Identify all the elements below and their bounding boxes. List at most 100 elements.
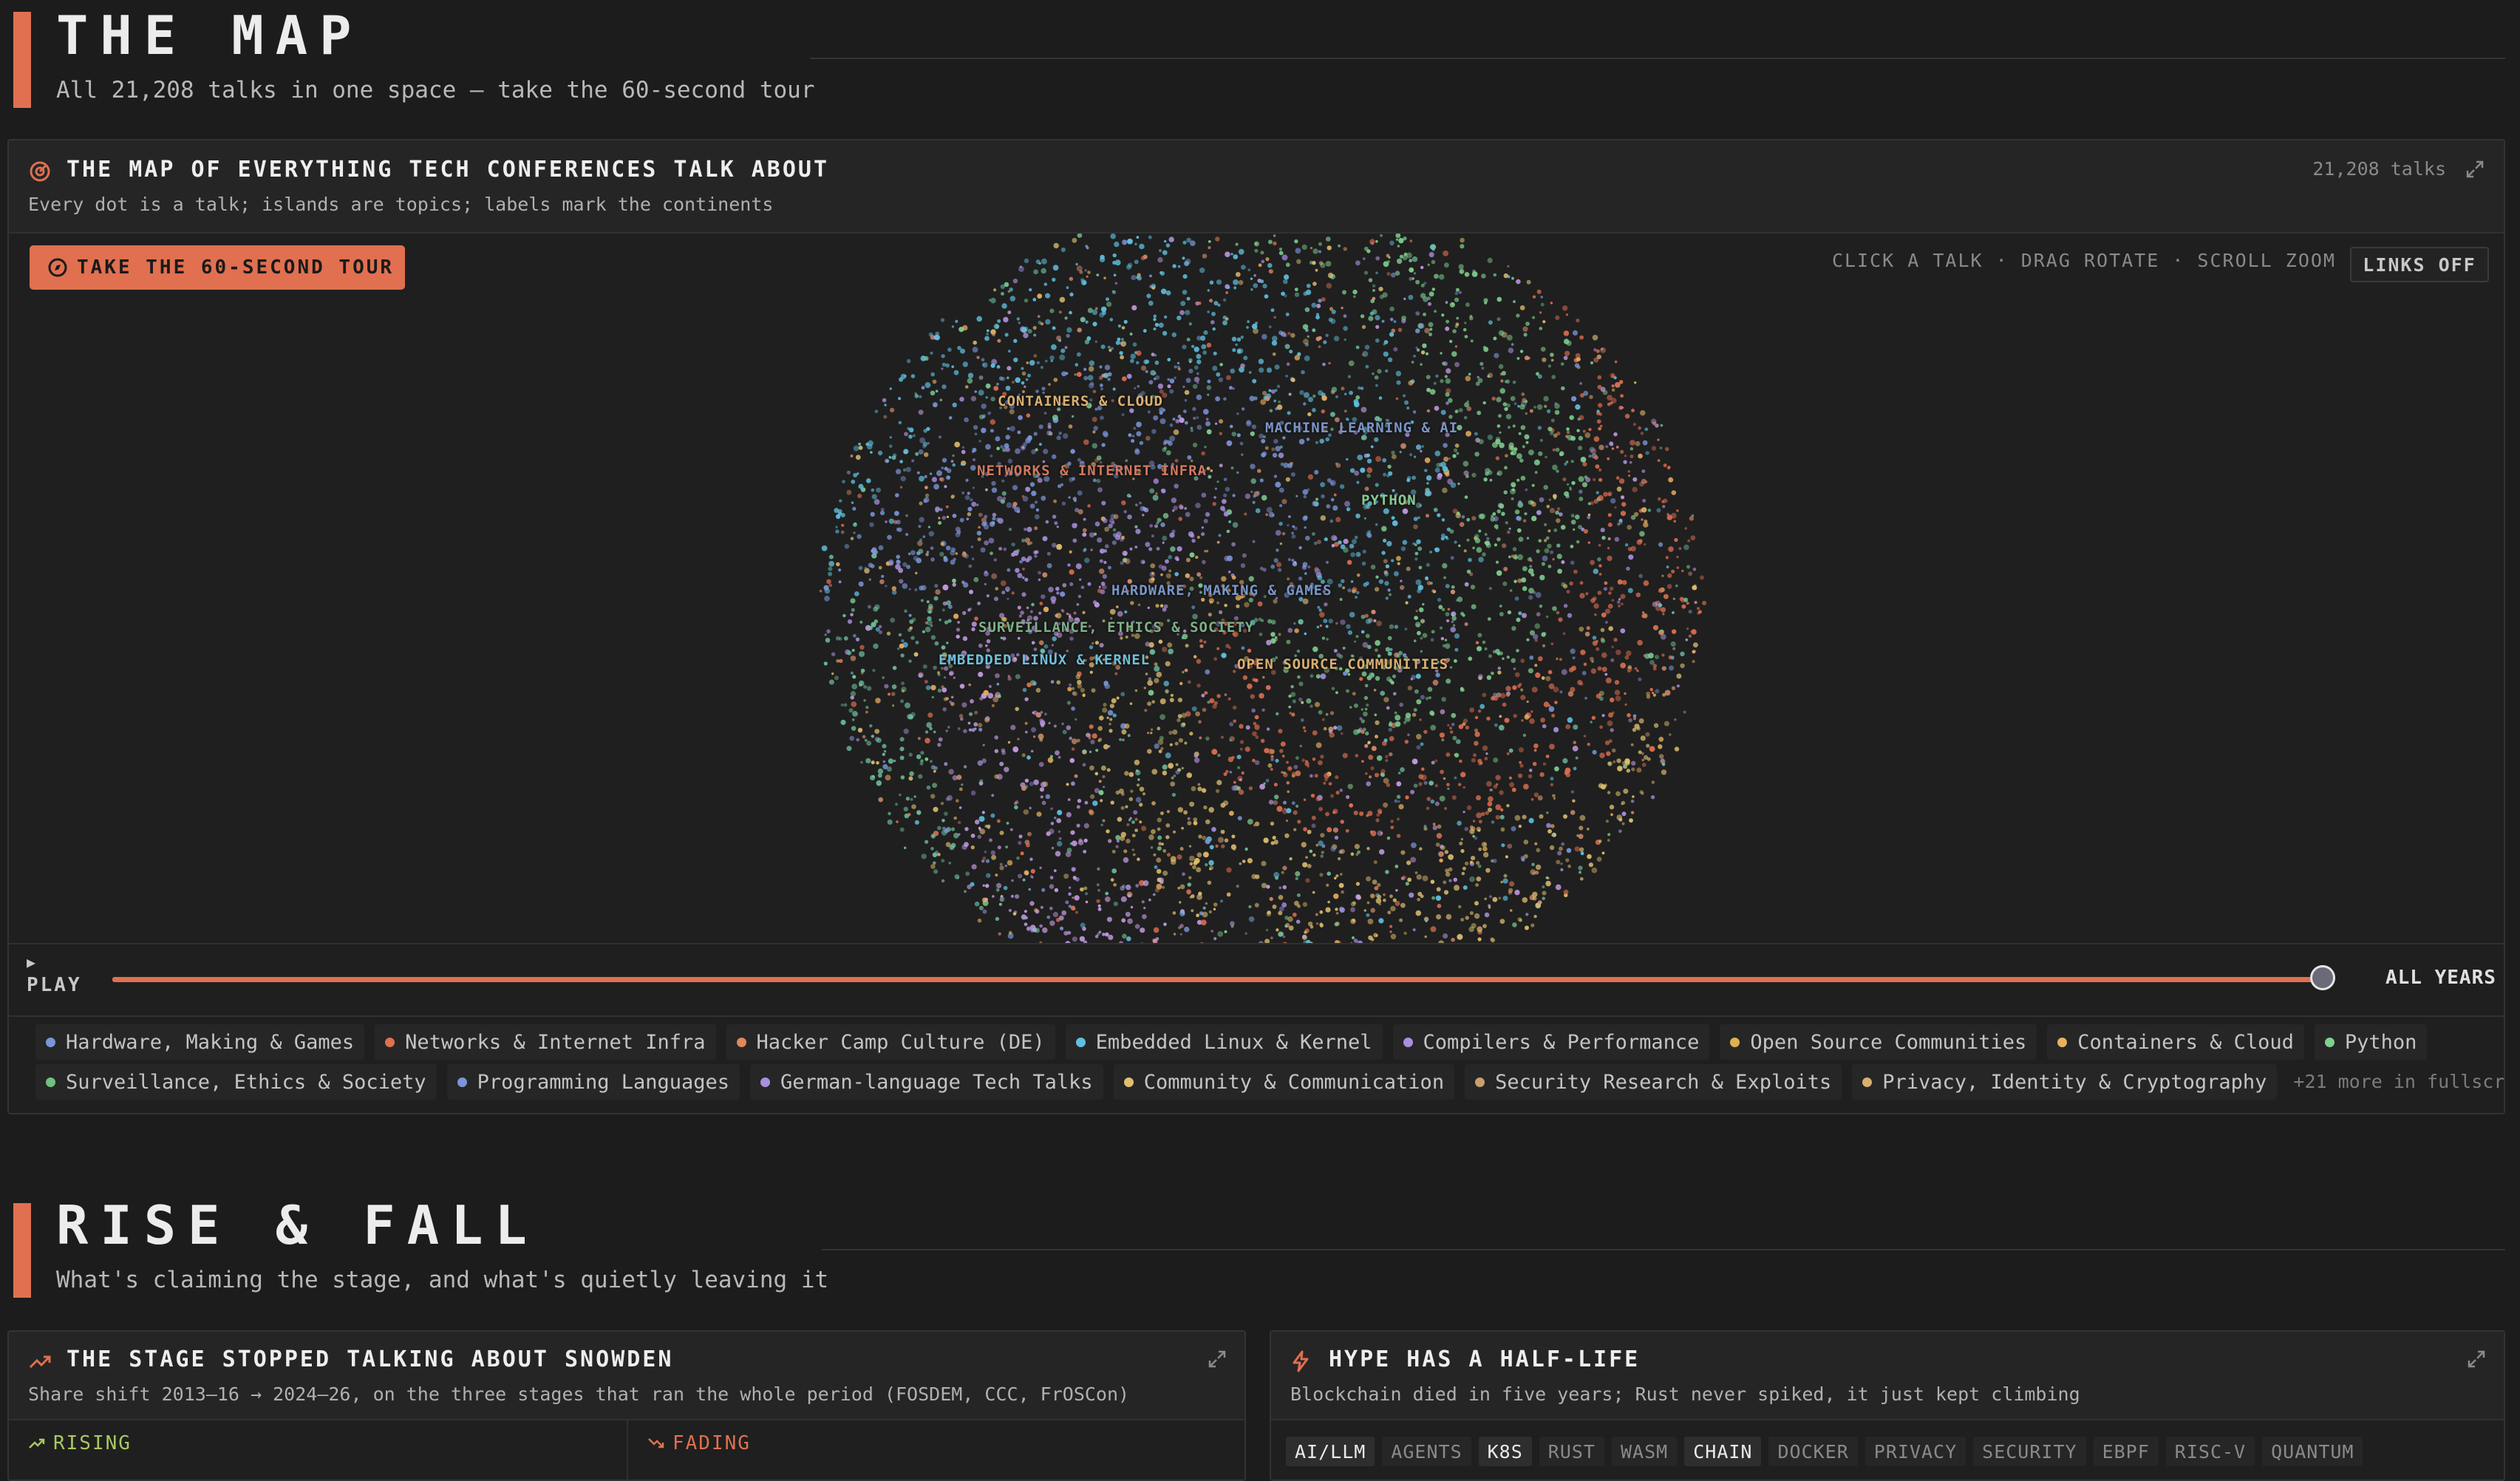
map-card: THE MAP OF EVERYTHING TECH CONFERENCES T… xyxy=(7,139,2505,1114)
hype-tab[interactable]: PRIVACY xyxy=(1865,1437,1966,1466)
hype-tab[interactable]: DOCKER xyxy=(1768,1437,1857,1466)
legend-dot-icon xyxy=(760,1077,770,1087)
hype-tab[interactable]: RISC-V xyxy=(2166,1437,2255,1466)
map-topic-label: CONTAINERS & CLOUD xyxy=(998,393,1163,409)
map-topic-label: NETWORKS & INTERNET INFRA xyxy=(977,463,1207,479)
legend-dot-icon xyxy=(457,1077,467,1087)
legend-chip[interactable]: Containers & Cloud xyxy=(2047,1024,2304,1060)
play-label: PLAY xyxy=(27,974,93,996)
snowden-card-title: THE STAGE STOPPED TALKING ABOUT SNOWDEN xyxy=(67,1346,673,1372)
legend-dot-icon xyxy=(1730,1038,1740,1047)
hype-topic-tabs: AI/LLMAGENTS K8SRUST WASMCHAINDOCKER PRIVAC… xyxy=(1286,1437,2363,1466)
rising-column-header: RISING xyxy=(28,1432,132,1454)
hype-tab[interactable]: QUANTUM xyxy=(2262,1437,2363,1466)
legend-more-link[interactable]: +21 more in fullscreen ⤢ xyxy=(2287,1064,2505,1100)
section-title-rise: RISE & FALL xyxy=(56,1194,539,1256)
timeline-track[interactable] xyxy=(112,977,2322,982)
legend-chip[interactable]: Privacy, Identity & Cryptography xyxy=(1852,1064,2277,1100)
section-accent-bar xyxy=(13,12,31,108)
legend-chip[interactable]: Python xyxy=(2315,1024,2428,1060)
legend-chip-label: Community & Communication xyxy=(1144,1071,1444,1094)
legend-dot-icon xyxy=(46,1077,55,1087)
legend-dot-icon xyxy=(1076,1038,1086,1047)
legend-chip[interactable]: Hacker Camp Culture (DE) xyxy=(726,1024,1055,1060)
legend-chip-label: Programming Languages xyxy=(477,1071,729,1094)
legend-chip[interactable]: Surveillance, Ethics & Society xyxy=(35,1064,437,1100)
legend-dot-icon xyxy=(1475,1077,1485,1087)
map-card-header: THE MAP OF EVERYTHING TECH CONFERENCES T… xyxy=(9,140,2504,234)
legend-chip-label: Security Research & Exploits xyxy=(1495,1071,1831,1094)
rising-label: RISING xyxy=(53,1432,132,1454)
hype-card-title: HYPE HAS A HALF-LIFE xyxy=(1329,1346,1640,1372)
legend-chip[interactable]: Programming Languages xyxy=(447,1064,740,1100)
legend-dot-icon xyxy=(1862,1077,1872,1087)
legend-chip-label: Networks & Internet Infra xyxy=(405,1031,705,1054)
tour-button-label: TAKE THE 60-SECOND TOUR xyxy=(77,256,394,279)
legend-dot-icon xyxy=(2325,1038,2335,1047)
legend-chip[interactable]: Embedded Linux & Kernel xyxy=(1066,1024,1383,1060)
hype-tab[interactable]: K8S xyxy=(1479,1437,1532,1466)
radar-icon xyxy=(28,160,52,186)
legend-chip[interactable]: German-language Tech Talks xyxy=(750,1064,1103,1100)
map-topic-label: HARDWARE, MAKING & GAMES xyxy=(1111,582,1332,599)
tour-button[interactable]: TAKE THE 60-SECOND TOUR xyxy=(30,245,405,290)
hype-card: HYPE HAS A HALF-LIFE Blockchain died in … xyxy=(1270,1330,2505,1481)
legend-chip-label: Embedded Linux & Kernel xyxy=(1096,1031,1372,1054)
legend-dot-icon xyxy=(46,1038,55,1047)
legend-chip[interactable]: Security Research & Exploits xyxy=(1465,1064,1842,1100)
hype-tab[interactable]: SECURITY xyxy=(1973,1437,2085,1466)
timeline-bar: ▶ PLAY ALL YEARS xyxy=(9,943,2504,1017)
fading-label: FADING xyxy=(672,1432,751,1454)
legend-chip-label: Surveillance, Ethics & Society xyxy=(66,1071,426,1094)
map-topic-label: EMBEDDED LINUX & KERNEL xyxy=(939,652,1150,668)
section-divider xyxy=(822,1249,2505,1250)
legend-dot-icon xyxy=(385,1038,395,1047)
expand-icon[interactable] xyxy=(2465,1348,2487,1373)
hype-tab[interactable]: AGENTS xyxy=(1382,1437,1471,1466)
legend-chip[interactable]: Compilers & Performance xyxy=(1393,1024,1710,1060)
legend-chip[interactable]: Community & Communication xyxy=(1114,1064,1454,1100)
section-subtitle-rise: What's claiming the stage, and what's qu… xyxy=(56,1267,828,1293)
legend-chip[interactable]: Networks & Internet Infra xyxy=(375,1024,715,1060)
map-topic-label: PYTHON xyxy=(1361,492,1417,508)
snowden-card: THE STAGE STOPPED TALKING ABOUT SNOWDEN … xyxy=(7,1330,1246,1481)
trend-down-icon xyxy=(647,1437,665,1450)
hype-tab[interactable]: CHAIN xyxy=(1684,1437,1761,1466)
legend-chip[interactable]: Hardware, Making & Games xyxy=(35,1024,364,1060)
timeline-handle[interactable] xyxy=(2310,965,2335,990)
links-toggle-button[interactable]: LINKS OFF xyxy=(2350,247,2489,282)
legend-chip-label: Compilers & Performance xyxy=(1423,1031,1700,1054)
legend-chip-label: German-language Tech Talks xyxy=(780,1071,1093,1094)
legend-chip-label: Privacy, Identity & Cryptography xyxy=(1882,1071,2267,1094)
trend-up-icon xyxy=(28,1351,52,1375)
hype-tab[interactable]: AI/LLM xyxy=(1286,1437,1375,1466)
talk-count: 21,208 talks xyxy=(2312,158,2446,180)
lightning-icon xyxy=(1290,1349,1311,1376)
fading-column-header: FADING xyxy=(647,1432,751,1454)
legend-chip-label: Python xyxy=(2345,1031,2417,1054)
legend-chip[interactable]: Open Source Communities xyxy=(1720,1024,2037,1060)
legend-dot-icon xyxy=(1124,1077,1134,1087)
expand-icon[interactable] xyxy=(1206,1348,1228,1373)
legend-chip-label: Containers & Cloud xyxy=(2077,1031,2294,1054)
section-subtitle-map: All 21,208 talks in one space — take the… xyxy=(56,77,815,103)
legend-chip-label: Open Source Communities xyxy=(1750,1031,2026,1054)
legend-chip-label: Hacker Camp Culture (DE) xyxy=(757,1031,1045,1054)
legend-row-1: Hardware, Making & Games Networks & Inter… xyxy=(35,1024,2427,1060)
hype-tab[interactable]: WASM xyxy=(1612,1437,1677,1466)
expand-icon[interactable] xyxy=(2464,158,2486,183)
hype-tab[interactable]: EBPF xyxy=(2094,1437,2159,1466)
map-topic-label: OPEN SOURCE COMMUNITIES xyxy=(1237,656,1448,673)
map-card-title: THE MAP OF EVERYTHING TECH CONFERENCES T… xyxy=(67,157,829,183)
hype-tab[interactable]: RUST xyxy=(1539,1437,1604,1466)
hype-card-header: HYPE HAS A HALF-LIFE Blockchain died in … xyxy=(1271,1332,2504,1420)
talk-dots[interactable] xyxy=(820,234,1706,1015)
hype-card-description: Blockchain died in five years; Rust neve… xyxy=(1290,1383,2080,1405)
play-button[interactable]: ▶ PLAY xyxy=(27,953,93,996)
snowden-card-description: Share shift 2013–16 → 2024–26, on the th… xyxy=(28,1383,1129,1405)
year-label: ALL YEARS xyxy=(2386,967,2496,989)
play-icon: ▶ xyxy=(27,953,93,971)
trend-up-icon xyxy=(28,1437,46,1450)
snowden-card-header: THE STAGE STOPPED TALKING ABOUT SNOWDEN … xyxy=(9,1332,1244,1420)
legend-dot-icon xyxy=(1403,1038,1413,1047)
